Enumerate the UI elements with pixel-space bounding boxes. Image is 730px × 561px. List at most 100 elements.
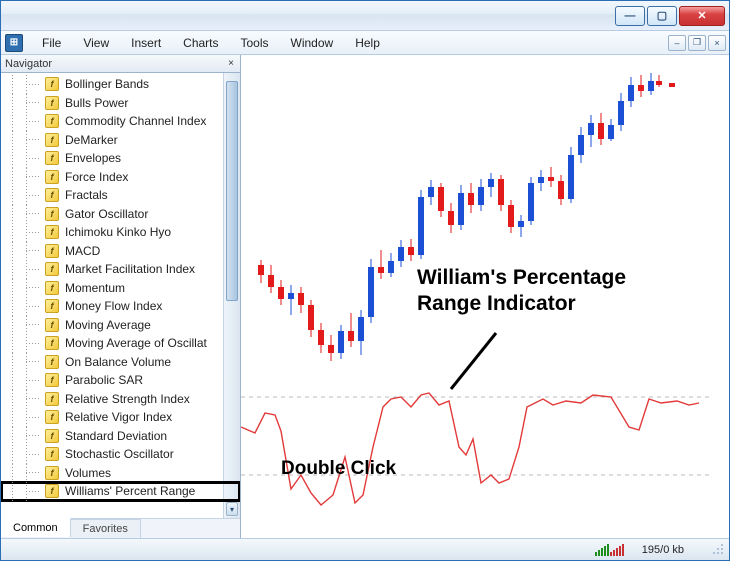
navigator-item-stochastic-oscillator[interactable]: f Stochastic Oscillator [1, 445, 240, 464]
resize-grip[interactable] [712, 543, 726, 557]
app-icon: ⊞ [5, 34, 23, 52]
navigator-item-label: On Balance Volume [65, 355, 171, 369]
indicator-file-icon: f [45, 244, 59, 258]
navigator-scroll-down-button[interactable]: ▾ [226, 502, 238, 516]
navigator-item-label: Williams' Percent Range [65, 484, 195, 498]
indicator-file-icon: f [45, 484, 59, 498]
navigator-item-label: Relative Vigor Index [65, 410, 172, 424]
traffic-label: 195/0 kb [642, 544, 684, 556]
navigator-item-label: Fractals [65, 188, 108, 202]
navigator-item-standard-deviation[interactable]: f Standard Deviation [1, 427, 240, 446]
navigator-item-on-balance-volume[interactable]: f On Balance Volume [1, 353, 240, 372]
navigator-item-macd[interactable]: f MACD [1, 242, 240, 261]
navigator-item-label: Bollinger Bands [65, 77, 149, 91]
navigator-item-money-flow-index[interactable]: f Money Flow Index [1, 297, 240, 316]
indicator-file-icon: f [45, 151, 59, 165]
window-minimize-button[interactable]: — [615, 6, 645, 26]
navigator-title: Navigator [5, 58, 52, 70]
navigator-item-commodity-channel-index[interactable]: f Commodity Channel Index [1, 112, 240, 131]
navigator-item-label: Envelopes [65, 151, 121, 165]
navigator-item-momentum[interactable]: fMomentum [1, 279, 240, 298]
indicator-file-icon: f [45, 447, 59, 461]
mdi-restore-button[interactable]: ❐ [688, 35, 706, 51]
navigator-tree: f Bollinger Bands f Bulls Power f Commodity C… [1, 73, 240, 518]
navigator-item-relative-strength-index[interactable]: f Relative Strength Index [1, 390, 240, 409]
indicator-file-icon: f [45, 355, 59, 369]
menu-help[interactable]: Help [344, 33, 391, 53]
navigator-item-label: Bulls Power [65, 96, 128, 110]
indicator-file-icon: f [45, 336, 59, 350]
menubar: ⊞ File View Insert Charts Tools Window H… [1, 31, 729, 55]
navigator-item-label: Stochastic Oscillator [65, 447, 174, 461]
navigator-item-label: Relative Strength Index [65, 392, 190, 406]
navigator-item-bollinger-bands[interactable]: f Bollinger Bands [1, 75, 240, 94]
navigator-header: Navigator × [1, 55, 240, 73]
navigator-item-label: Momentum [65, 281, 125, 295]
navigator-tab-common[interactable]: Common [1, 518, 71, 537]
menu-window[interactable]: Window [280, 33, 345, 53]
navigator-item-label: Ichimoku Kinko Hyo [65, 225, 171, 239]
indicator-file-icon: f [45, 262, 59, 276]
mdi-close-button[interactable]: × [708, 35, 726, 51]
indicator-file-icon: f [45, 429, 59, 443]
menu-insert[interactable]: Insert [120, 33, 172, 53]
menu-view[interactable]: View [72, 33, 120, 53]
chart-area[interactable]: William's Percentage Range Indicator Dou… [241, 55, 729, 538]
navigator-scrollbar-thumb[interactable] [226, 81, 238, 301]
indicator-file-icon: f [45, 114, 59, 128]
navigator-item-label: Moving Average [65, 318, 151, 332]
menu-charts[interactable]: Charts [172, 33, 229, 53]
menu-file[interactable]: File [31, 33, 72, 53]
navigator-close-button[interactable]: × [225, 57, 237, 69]
navigator-item-williams-percent-range[interactable]: f Williams' Percent Range [1, 482, 240, 501]
indicator-file-icon: f [45, 96, 59, 110]
navigator-item-relative-vigor-index[interactable]: f Relative Vigor Index [1, 408, 240, 427]
annotation-instruction: Double Click [281, 457, 396, 481]
navigator-item-label: Market Facilitation Index [65, 262, 195, 276]
navigator-item-label: Parabolic SAR [65, 373, 143, 387]
navigator-item-gator-oscillator[interactable]: f Gator Oscillator [1, 205, 240, 224]
indicator-file-icon: f [45, 225, 59, 239]
content: Navigator × f Bollinger Bands f Bulls Power… [1, 55, 729, 538]
navigator-item-demarker[interactable]: f DeMarker [1, 131, 240, 150]
indicator-file-icon: f [45, 392, 59, 406]
navigator-item-fractals[interactable]: f Fractals [1, 186, 240, 205]
navigator-item-label: Commodity Channel Index [65, 114, 206, 128]
window-titlebar: — ▢ ✕ [1, 1, 729, 31]
indicator-file-icon: f [45, 373, 59, 387]
navigator-item-label: Money Flow Index [65, 299, 162, 313]
indicator-file-icon: f [45, 466, 59, 480]
navigator-item-bulls-power[interactable]: f Bulls Power [1, 94, 240, 113]
statusbar: 195/0 kb [1, 538, 729, 560]
indicator-file-icon: f [45, 299, 59, 313]
navigator-tab-favorites[interactable]: Favorites [71, 519, 141, 538]
connection-status-icon [595, 544, 624, 556]
window-close-button[interactable]: ✕ [679, 6, 725, 26]
indicator-file-icon: f [45, 410, 59, 424]
indicator-file-icon: f [45, 318, 59, 332]
navigator-item-volumes[interactable]: fVolumes [1, 464, 240, 483]
indicator-file-icon: f [45, 77, 59, 91]
navigator-item-envelopes[interactable]: f Envelopes [1, 149, 240, 168]
navigator-item-market-facilitation-index[interactable]: f Market Facilitation Index [1, 260, 240, 279]
navigator-item-ichimoku-kinko-hyo[interactable]: f Ichimoku Kinko Hyo [1, 223, 240, 242]
navigator-item-parabolic-sar[interactable]: f Parabolic SAR [1, 371, 240, 390]
mdi-controls: – ❐ × [666, 35, 729, 51]
mdi-minimize-button[interactable]: – [668, 35, 686, 51]
window-maximize-button[interactable]: ▢ [647, 6, 677, 26]
navigator-item-label: Gator Oscillator [65, 207, 148, 221]
indicator-file-icon: f [45, 170, 59, 184]
navigator-item-label: Force Index [65, 170, 128, 184]
navigator-item-moving-average[interactable]: f Moving Average [1, 316, 240, 335]
navigator-tabstrip: Common Favorites [1, 518, 240, 538]
navigator-panel: Navigator × f Bollinger Bands f Bulls Power… [1, 55, 241, 538]
navigator-item-label: Standard Deviation [65, 429, 167, 443]
indicator-file-icon: f [45, 133, 59, 147]
indicator-file-icon: f [45, 207, 59, 221]
navigator-item-moving-average-of-oscillat[interactable]: fMoving Average of Oscillat [1, 334, 240, 353]
navigator-item-label: DeMarker [65, 133, 118, 147]
indicator-file-icon: f [45, 188, 59, 202]
navigator-item-label: MACD [65, 244, 100, 258]
menu-tools[interactable]: Tools [230, 33, 280, 53]
navigator-item-force-index[interactable]: f Force Index [1, 168, 240, 187]
